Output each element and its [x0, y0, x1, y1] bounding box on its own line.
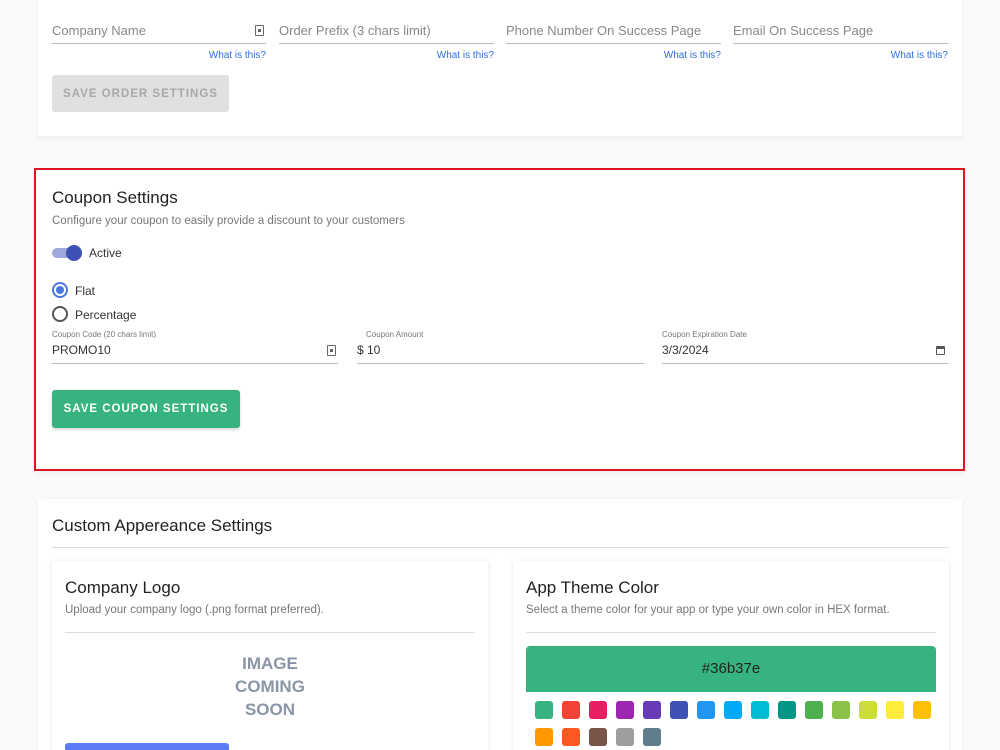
company-name-field[interactable]: Company Name	[52, 22, 266, 44]
color-swatch[interactable]	[589, 728, 607, 746]
coupon-expiry-label: Coupon Expiration Date	[662, 330, 747, 339]
theme-color-title: App Theme Color	[526, 578, 659, 597]
color-swatch[interactable]	[886, 701, 904, 719]
company-name-help-link[interactable]: What is this?	[198, 50, 266, 61]
theme-divider	[526, 632, 936, 633]
order-prefix-field[interactable]: Order Prefix (3 chars limit)	[279, 22, 494, 44]
hex-color-value: #36b37e	[701, 660, 761, 677]
email-field[interactable]: Email On Success Page	[733, 22, 948, 44]
color-swatch[interactable]	[616, 728, 634, 746]
radio-percentage[interactable]	[52, 306, 68, 322]
appearance-title: Custom Appereance Settings	[52, 516, 273, 535]
company-name-placeholder: Company Name	[52, 23, 146, 38]
color-swatch[interactable]	[670, 701, 688, 719]
placeholder-line-3: SOON	[244, 700, 296, 719]
calendar-icon[interactable]	[936, 346, 945, 355]
company-logo-title: Company Logo	[65, 578, 181, 597]
phone-number-field[interactable]: Phone Number On Success Page	[506, 22, 721, 44]
color-swatch[interactable]	[643, 728, 661, 746]
company-logo-card: Company Logo Upload your company logo (.…	[52, 561, 488, 750]
color-swatch[interactable]	[805, 701, 823, 719]
email-help-link[interactable]: What is this?	[880, 50, 948, 61]
color-swatch[interactable]	[562, 701, 580, 719]
radio-flat[interactable]	[52, 282, 68, 298]
order-prefix-help-link[interactable]: What is this?	[426, 50, 494, 61]
coupon-code-value: PROMO10	[52, 343, 111, 357]
order-settings-card: Company Name What is this? Order Prefix …	[38, 0, 962, 136]
color-swatch[interactable]	[859, 701, 877, 719]
color-swatch[interactable]	[778, 701, 796, 719]
active-toggle[interactable]	[52, 245, 84, 261]
company-logo-description: Upload your company logo (.png format pr…	[65, 604, 324, 616]
coupon-expiry-input[interactable]: 3/3/2024	[662, 342, 948, 364]
hex-color-input[interactable]: #36b37e	[526, 646, 936, 692]
coupon-amount-label: Coupon Amount	[366, 330, 424, 339]
coupon-amount-prefix: $	[357, 343, 364, 357]
appearance-card: Custom Appereance Settings Company Logo …	[38, 499, 962, 750]
color-swatch[interactable]	[535, 701, 553, 719]
color-swatch[interactable]	[913, 701, 931, 719]
logo-divider	[65, 632, 475, 633]
active-toggle-label: Active	[89, 246, 122, 260]
phone-number-placeholder: Phone Number On Success Page	[506, 23, 702, 38]
coupon-expiry-value: 3/3/2024	[662, 343, 709, 357]
appearance-divider	[52, 547, 949, 548]
placeholder-line-2: COMING	[235, 677, 305, 696]
save-coupon-settings-button[interactable]: SAVE COUPON SETTINGS	[52, 390, 240, 428]
contact-card-icon	[255, 25, 264, 36]
toggle-thumb	[66, 245, 82, 261]
color-swatch[interactable]	[589, 701, 607, 719]
placeholder-line-1: IMAGE	[242, 654, 298, 673]
email-placeholder: Email On Success Page	[733, 23, 874, 38]
color-swatch[interactable]	[697, 701, 715, 719]
contact-card-icon	[327, 345, 336, 356]
coupon-code-input[interactable]: PROMO10	[52, 342, 338, 364]
order-prefix-placeholder: Order Prefix (3 chars limit)	[279, 23, 431, 38]
radio-percentage-label: Percentage	[75, 308, 137, 322]
color-swatch[interactable]	[616, 701, 634, 719]
save-order-settings-button[interactable]: SAVE ORDER SETTINGS	[52, 75, 229, 112]
phone-number-help-link[interactable]: What is this?	[653, 50, 721, 61]
coupon-settings-card: Coupon Settings Configure your coupon to…	[34, 168, 965, 471]
color-swatch[interactable]	[535, 728, 553, 746]
radio-flat-label: Flat	[75, 284, 96, 298]
color-swatch[interactable]	[643, 701, 661, 719]
image-coming-soon-placeholder: IMAGE COMING SOON	[220, 652, 320, 721]
coupon-settings-description: Configure your coupon to easily provide …	[52, 215, 405, 227]
coupon-amount-input[interactable]: $ 10	[357, 342, 644, 364]
coupon-settings-title: Coupon Settings	[52, 188, 178, 207]
color-swatch[interactable]	[751, 701, 769, 719]
coupon-code-label: Coupon Code (20 chars limit)	[52, 330, 157, 339]
color-swatch[interactable]	[724, 701, 742, 719]
upload-logo-button[interactable]	[65, 743, 229, 750]
color-swatch[interactable]	[832, 701, 850, 719]
coupon-amount-value: 10	[367, 343, 381, 357]
theme-color-description: Select a theme color for your app or typ…	[526, 604, 890, 616]
color-swatch[interactable]	[562, 728, 580, 746]
theme-color-card: App Theme Color Select a theme color for…	[513, 561, 949, 750]
